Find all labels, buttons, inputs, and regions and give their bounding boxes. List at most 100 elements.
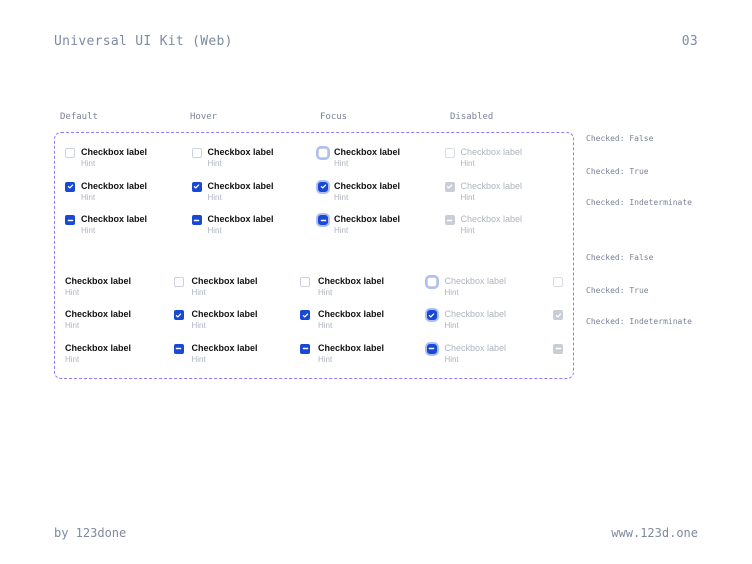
checkbox-disabled-checked: Checkbox label Hint: [445, 181, 564, 203]
checkbox-indeterminate-icon: [174, 344, 184, 354]
checkbox-label: Checkbox label: [445, 276, 507, 286]
section-gap: [65, 248, 563, 264]
author-credit: by 123done: [54, 526, 126, 540]
checkbox-hint: Hint: [81, 193, 147, 202]
checkbox-checked-icon: [445, 182, 455, 192]
checkbox-indeterminate-icon: [300, 344, 310, 354]
checkbox-hint: Hint: [208, 226, 274, 235]
checkbox-hover-unchecked[interactable]: Checkbox label Hint: [192, 147, 311, 169]
checkbox-right-focus-unchecked[interactable]: Checkbox label Hint: [318, 276, 437, 298]
checkbox-checked-icon: [553, 310, 563, 320]
page-number: 03: [682, 34, 698, 49]
row-label: Checked: True: [574, 167, 698, 176]
checkbox-hint: Hint: [445, 321, 507, 330]
checkbox-hint: Hint: [318, 355, 384, 364]
checkbox-hover-indeterminate[interactable]: Checkbox label Hint: [192, 214, 311, 236]
checkbox-right-focus-indeterminate[interactable]: Checkbox label Hint: [318, 343, 437, 365]
checkbox-icon: [192, 148, 202, 158]
checkbox-label: Checkbox label: [318, 343, 384, 353]
checkbox-hint: Hint: [192, 321, 258, 330]
checkbox-label: Checkbox label: [65, 309, 131, 319]
checkbox-label: Checkbox label: [208, 214, 274, 224]
checkbox-right-hover-checked[interactable]: Checkbox label Hint: [192, 309, 311, 331]
checkbox-label: Checkbox label: [208, 147, 274, 157]
checkbox-hint: Hint: [65, 355, 131, 364]
checkbox-focus-indeterminate[interactable]: Checkbox label Hint: [318, 214, 437, 236]
header: Universal UI Kit (Web) 03: [54, 34, 698, 49]
checkbox-label: Checkbox label: [192, 276, 258, 286]
row-state-labels: Checked: False Checked: True Checked: In…: [574, 132, 698, 379]
col-head-focus: Focus: [314, 112, 444, 132]
checkbox-right-disabled-checked: Checkbox label Hint: [445, 309, 564, 331]
checkbox-hint: Hint: [461, 159, 523, 168]
checkbox-hint: Hint: [334, 193, 400, 202]
checkbox-hint: Hint: [208, 193, 274, 202]
checkbox-disabled-indeterminate: Checkbox label Hint: [445, 214, 564, 236]
row-label: Checked: True: [574, 286, 698, 295]
checkbox-icon: [318, 148, 328, 158]
checkbox-icon: [300, 277, 310, 287]
checkbox-label: Checkbox label: [81, 214, 147, 224]
variant-frame: Checkbox label Hint Checkbox label Hint …: [54, 132, 574, 379]
checkbox-hint: Hint: [334, 226, 400, 235]
checkbox-right-default-indeterminate[interactable]: Checkbox label Hint: [65, 343, 184, 365]
page-title: Universal UI Kit (Web): [54, 34, 233, 49]
checkbox-indeterminate-icon: [318, 215, 328, 225]
checkbox-checked-icon: [300, 310, 310, 320]
checkbox-hint: Hint: [318, 321, 384, 330]
checkbox-icon: [445, 148, 455, 158]
checkbox-indeterminate-icon: [445, 215, 455, 225]
checkbox-hint: Hint: [81, 159, 147, 168]
checkbox-hint: Hint: [445, 355, 507, 364]
checkbox-right-default-unchecked[interactable]: Checkbox label Hint: [65, 276, 184, 298]
checkbox-right-focus-checked[interactable]: Checkbox label Hint: [318, 309, 437, 331]
checkbox-grid: Checkbox label Hint Checkbox label Hint …: [65, 147, 563, 364]
checkbox-label: Checkbox label: [461, 214, 523, 224]
checkbox-label: Checkbox label: [334, 181, 400, 191]
checkbox-checked-icon: [65, 182, 75, 192]
row-label: Checked: Indeterminate: [574, 317, 698, 326]
checkbox-indeterminate-icon: [553, 344, 563, 354]
col-head-hover: Hover: [184, 112, 314, 132]
checkbox-right-hover-unchecked[interactable]: Checkbox label Hint: [192, 276, 311, 298]
checkbox-focus-unchecked[interactable]: Checkbox label Hint: [318, 147, 437, 169]
checkbox-right-hover-indeterminate[interactable]: Checkbox label Hint: [192, 343, 311, 365]
checkbox-icon: [427, 277, 437, 287]
checkbox-hint: Hint: [461, 226, 523, 235]
checkbox-hover-checked[interactable]: Checkbox label Hint: [192, 181, 311, 203]
checkbox-label: Checkbox label: [445, 309, 507, 319]
col-head-default: Default: [54, 112, 184, 132]
checkbox-label: Checkbox label: [461, 147, 523, 157]
footer: by 123done www.123d.one: [54, 526, 698, 540]
checkbox-checked-icon: [192, 182, 202, 192]
checkbox-hint: Hint: [208, 159, 274, 168]
checkbox-label: Checkbox label: [192, 309, 258, 319]
checkbox-label: Checkbox label: [334, 214, 400, 224]
checkbox-default-unchecked[interactable]: Checkbox label Hint: [65, 147, 184, 169]
checkbox-icon: [174, 277, 184, 287]
checkbox-hint: Hint: [461, 193, 523, 202]
checkbox-hint: Hint: [445, 288, 507, 297]
checkbox-hint: Hint: [334, 159, 400, 168]
checkbox-hint: Hint: [192, 288, 258, 297]
checkbox-focus-checked[interactable]: Checkbox label Hint: [318, 181, 437, 203]
checkbox-default-indeterminate[interactable]: Checkbox label Hint: [65, 214, 184, 236]
checkbox-label: Checkbox label: [65, 276, 131, 286]
col-head-disabled: Disabled: [444, 112, 574, 132]
row-label: Checked: False: [574, 253, 698, 262]
checkbox-right-default-checked[interactable]: Checkbox label Hint: [65, 309, 184, 331]
checkbox-hint: Hint: [318, 288, 384, 297]
checkbox-icon: [553, 277, 563, 287]
checkbox-label: Checkbox label: [192, 343, 258, 353]
checkbox-checked-icon: [318, 182, 328, 192]
checkbox-states-stage: Default Hover Focus Disabled . Checkbox …: [54, 112, 698, 379]
checkbox-default-checked[interactable]: Checkbox label Hint: [65, 181, 184, 203]
site-link[interactable]: www.123d.one: [611, 526, 698, 540]
checkbox-label: Checkbox label: [81, 147, 147, 157]
checkbox-label: Checkbox label: [65, 343, 131, 353]
checkbox-label: Checkbox label: [445, 343, 507, 353]
checkbox-checked-icon: [174, 310, 184, 320]
checkbox-right-disabled-indeterminate: Checkbox label Hint: [445, 343, 564, 365]
checkbox-label: Checkbox label: [318, 276, 384, 286]
checkbox-right-disabled-unchecked: Checkbox label Hint: [445, 276, 564, 298]
